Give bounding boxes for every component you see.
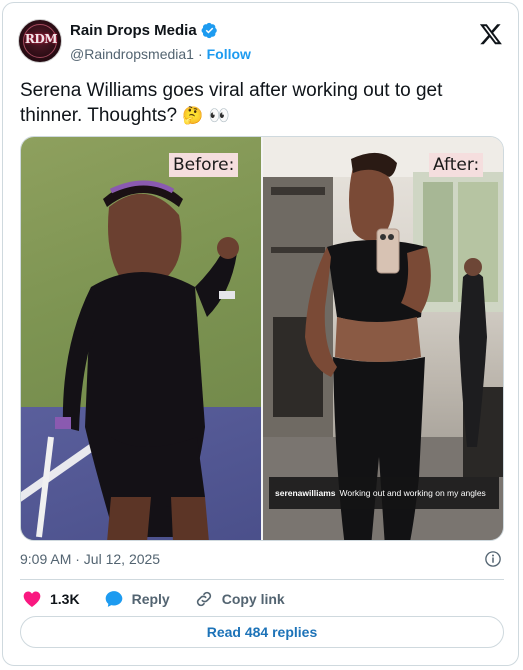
- footer-divider: [20, 579, 504, 580]
- caption-text: Working out and working on my angles: [339, 488, 486, 498]
- avatar[interactable]: RDM: [18, 19, 62, 63]
- tweet-body: Serena Williams goes viral after working…: [20, 80, 443, 126]
- before-photo[interactable]: Before:: [21, 137, 262, 540]
- heart-icon: [23, 591, 41, 607]
- x-logo-icon[interactable]: [479, 22, 503, 46]
- tweet-media[interactable]: Before: After: serenawilliams Working ou…: [20, 136, 504, 541]
- reply-button[interactable]: Reply: [104, 589, 170, 609]
- author-name-row: Rain Drops Media: [70, 22, 218, 39]
- read-replies-button[interactable]: Read 484 replies: [20, 616, 504, 648]
- display-name[interactable]: Rain Drops Media: [70, 22, 197, 39]
- link-icon: [196, 591, 211, 607]
- copy-link-button[interactable]: Copy link: [194, 589, 285, 609]
- verified-badge-icon: [201, 22, 217, 39]
- after-label: After:: [429, 153, 484, 177]
- speech-bubble-icon: [105, 591, 122, 607]
- like-button[interactable]: 1.3K: [22, 589, 80, 609]
- follow-button[interactable]: Follow: [207, 46, 251, 62]
- like-count: 1.3K: [50, 591, 80, 607]
- dot-separator: ·: [197, 46, 203, 62]
- before-figure: [36, 180, 239, 540]
- action-bar: 1.3K Reply Copy link: [22, 588, 309, 610]
- avatar-logo-text: RDM: [24, 32, 58, 46]
- handle-row: @Raindropsmedia1 · Follow: [70, 46, 251, 62]
- tweet-emoji: 🤔 👀: [182, 106, 231, 126]
- info-icon[interactable]: [484, 550, 502, 568]
- after-photo[interactable]: After: serenawilliams Working out and wo…: [263, 137, 503, 540]
- tweet-timestamp[interactable]: 9:09 AM · Jul 12, 2025: [20, 551, 160, 567]
- tweet-text: Serena Williams goes viral after working…: [20, 78, 500, 129]
- before-label: Before:: [169, 153, 239, 177]
- caption-username: serenawilliams: [275, 488, 336, 498]
- handle[interactable]: @Raindropsmedia1: [70, 46, 194, 62]
- tweet-card[interactable]: RDM Rain Drops Media @Raindropsmedia1 · …: [2, 2, 519, 666]
- video-caption: serenawilliams Working out and working o…: [269, 477, 499, 509]
- reply-label: Reply: [131, 591, 170, 607]
- copy-link-label: Copy link: [221, 591, 285, 607]
